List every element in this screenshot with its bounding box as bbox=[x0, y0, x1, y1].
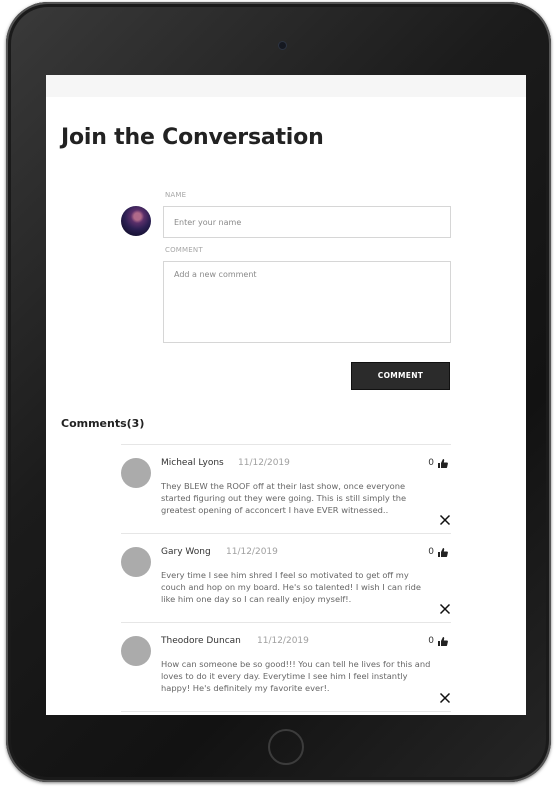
comments-heading: Comments(3) bbox=[61, 417, 144, 430]
name-input[interactable] bbox=[164, 207, 450, 237]
comment-item: Theodore Duncan 11/12/2019 0 How can som… bbox=[121, 622, 451, 711]
like-count: 0 bbox=[428, 636, 434, 646]
delete-icon[interactable] bbox=[439, 603, 451, 615]
commenter-name: Gary Wong bbox=[161, 547, 211, 557]
top-bar bbox=[46, 75, 526, 97]
comments-heading-text: Comments bbox=[61, 417, 127, 430]
delete-icon[interactable] bbox=[439, 692, 451, 704]
delete-icon[interactable] bbox=[439, 514, 451, 526]
comment-date: 11/12/2019 bbox=[257, 636, 309, 646]
comment-label: COMMENT bbox=[165, 246, 203, 254]
name-field-wrapper bbox=[163, 206, 451, 238]
commenter-name: Theodore Duncan bbox=[161, 636, 241, 646]
commenter-avatar bbox=[121, 636, 151, 666]
thumbs-up-icon[interactable] bbox=[438, 458, 448, 468]
commenter-avatar bbox=[121, 547, 151, 577]
commenter-name: Micheal Lyons bbox=[161, 458, 224, 468]
like-control[interactable]: 0 bbox=[428, 458, 448, 468]
like-control[interactable]: 0 bbox=[428, 547, 448, 557]
divider bbox=[121, 711, 451, 712]
comment-item: Gary Wong 11/12/2019 0 Every time I see … bbox=[121, 533, 451, 622]
comment-submit-button[interactable]: COMMENT bbox=[351, 362, 450, 390]
comments-count: (3) bbox=[126, 417, 145, 430]
commenter-avatar bbox=[121, 458, 151, 488]
comment-date: 11/12/2019 bbox=[226, 547, 278, 557]
user-avatar bbox=[121, 206, 151, 236]
thumbs-up-icon[interactable] bbox=[438, 547, 448, 557]
comment-date: 11/12/2019 bbox=[238, 458, 290, 468]
screen: Join the Conversation NAME COMMENT COMME… bbox=[46, 75, 526, 715]
thumbs-up-icon[interactable] bbox=[438, 636, 448, 646]
like-control[interactable]: 0 bbox=[428, 636, 448, 646]
like-count: 0 bbox=[428, 547, 434, 557]
comment-field-wrapper bbox=[163, 261, 451, 343]
name-label: NAME bbox=[165, 191, 187, 199]
page-title: Join the Conversation bbox=[61, 125, 324, 150]
comment-textarea[interactable] bbox=[164, 262, 450, 342]
like-count: 0 bbox=[428, 458, 434, 468]
tablet-frame: Join the Conversation NAME COMMENT COMME… bbox=[6, 2, 551, 782]
home-button[interactable] bbox=[268, 729, 304, 765]
comment-text: They BLEW the ROOF off at their last sho… bbox=[161, 481, 407, 515]
comment-item: Micheal Lyons 11/12/2019 0 They BLEW the… bbox=[121, 444, 451, 533]
comment-text: How can someone be so good!!! You can te… bbox=[161, 659, 431, 693]
comment-text: Every time I see him shred I feel so mot… bbox=[161, 570, 421, 604]
camera-icon bbox=[278, 41, 287, 50]
